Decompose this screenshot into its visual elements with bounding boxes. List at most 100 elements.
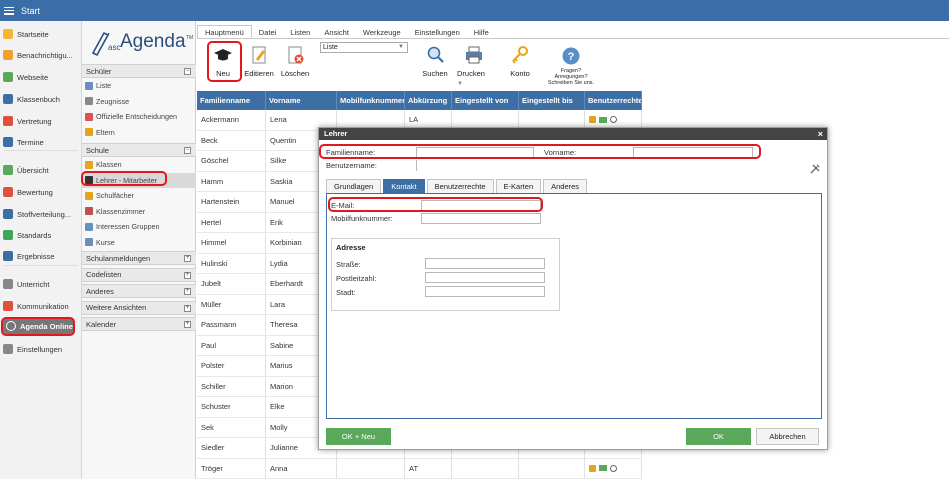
- subnav-item-icon: [85, 97, 93, 105]
- tools-icon[interactable]: [809, 163, 821, 175]
- mobile-input[interactable]: [421, 213, 541, 224]
- column-header[interactable]: Familienname: [197, 91, 266, 110]
- expand-toggle-icon[interactable]: +: [184, 271, 191, 279]
- street-input[interactable]: [425, 258, 545, 269]
- contact-tab-panel: E-Mail: Mobilfunknummer: Adresse Straße:…: [326, 193, 822, 419]
- expand-toggle-icon[interactable]: +: [184, 255, 191, 262]
- expand-toggle-icon[interactable]: +: [184, 304, 191, 312]
- cancel-button[interactable]: Abbrechen: [756, 428, 819, 445]
- subnav-item[interactable]: Liste: [82, 78, 196, 93]
- section-header-0[interactable]: Schüler −: [82, 64, 196, 78]
- collapsed-section[interactable]: Schulanmeldungen +: [82, 251, 196, 265]
- dialog-tab-3[interactable]: E-Karten: [495, 179, 542, 193]
- menu-tab-5[interactable]: Einstellungen: [408, 26, 467, 38]
- subnav-item[interactable]: Zeugnisse: [82, 94, 196, 109]
- section-title: Schule: [86, 145, 109, 155]
- nav-item-5[interactable]: Termine: [0, 133, 82, 151]
- nav-item-4[interactable]: Vertretung: [0, 112, 82, 130]
- table-row[interactable]: Tröger Anna AT: [197, 458, 642, 479]
- subnav-item[interactable]: Kurse: [82, 235, 196, 250]
- menu-tab-3[interactable]: Ansicht: [317, 26, 356, 38]
- nav-item-label: Bewertung: [17, 187, 53, 197]
- postal-code-input[interactable]: [425, 272, 545, 283]
- subnav-item-icon: [85, 81, 93, 90]
- table-cell: Tröger: [197, 458, 266, 479]
- subnav-item[interactable]: Offizielle Entscheidungen: [82, 109, 196, 124]
- menu-tab-6[interactable]: Hilfe: [467, 26, 496, 38]
- collapsed-section[interactable]: Kalender +: [82, 317, 196, 331]
- search-button[interactable]: Suchen: [422, 43, 448, 87]
- street-label: Straße:: [336, 260, 361, 269]
- help-question-icon: ?: [562, 47, 580, 65]
- column-header[interactable]: Abkürzung: [405, 91, 452, 110]
- collapsed-section[interactable]: Codelisten +: [82, 267, 196, 282]
- column-header[interactable]: Eingestellt bis: [519, 91, 585, 110]
- nav-item-8[interactable]: Stoffverteilung...: [0, 205, 82, 223]
- subnav-item[interactable]: Klassen: [82, 157, 196, 172]
- table-cell: Siedler: [197, 438, 266, 459]
- nav-item-label: Einstellungen: [17, 344, 63, 354]
- dialog-tab-4[interactable]: Anderes: [543, 179, 588, 193]
- column-header[interactable]: Mobilfunknummer: [337, 91, 405, 110]
- collapsed-section[interactable]: Weitere Ansichten +: [82, 300, 196, 315]
- permission-card-icon: [599, 465, 607, 472]
- list-select[interactable]: Liste ▼: [320, 42, 408, 53]
- subnav-item[interactable]: Klassenzimmer: [82, 204, 196, 219]
- column-header[interactable]: Vorname: [266, 91, 337, 110]
- nav-item-6[interactable]: Übersicht: [0, 161, 82, 179]
- section-header-1[interactable]: Schule −: [82, 143, 196, 157]
- subnav-item-label: Interessen Gruppen: [96, 222, 160, 231]
- check-icon: [3, 165, 13, 175]
- print-button[interactable]: Drucken ▼: [457, 43, 491, 87]
- subnav-item-label: Zeugnisse: [96, 96, 130, 106]
- ok-new-button[interactable]: OK + Neu: [326, 428, 391, 445]
- nav-item-2[interactable]: Webseite: [0, 68, 82, 86]
- chart-icon: [3, 251, 13, 261]
- menu-tab-1[interactable]: Datei: [252, 26, 284, 38]
- benutzername-input[interactable]: [416, 160, 419, 171]
- nav-item-0[interactable]: Startseite: [0, 25, 82, 43]
- expand-toggle-icon[interactable]: +: [184, 321, 191, 328]
- help-line-3: Schreiben Sie uns.: [547, 80, 595, 86]
- print-label: Drucken ▼: [457, 69, 485, 87]
- nav-item-7[interactable]: Bewertung: [0, 183, 82, 201]
- dialog-tab-1[interactable]: Kontakt: [383, 179, 425, 193]
- subnav-item[interactable]: Interessen Gruppen: [82, 219, 196, 234]
- nav-item-11[interactable]: Unterricht: [0, 275, 82, 293]
- mobile-label: Mobilfunknummer:: [331, 214, 393, 223]
- subnav-item[interactable]: Eltern: [82, 125, 196, 140]
- menu-tab-4[interactable]: Werkzeuge: [356, 26, 408, 38]
- collapse-toggle-icon[interactable]: −: [184, 68, 191, 75]
- nav-divider: [4, 150, 78, 151]
- collapsed-section[interactable]: Anderes +: [82, 284, 196, 298]
- nav-item-14[interactable]: Einstellungen: [0, 340, 82, 358]
- nav-item-1[interactable]: Benachrichtigu...: [0, 46, 82, 64]
- table-cell: Anna: [266, 458, 337, 479]
- collapse-toggle-icon[interactable]: −: [184, 147, 191, 154]
- edit-button[interactable]: Editieren: [243, 43, 275, 87]
- menu-tab-0[interactable]: Hauptmenü: [197, 25, 252, 38]
- nav-item-10[interactable]: Ergebnisse: [0, 247, 82, 265]
- nav-item-label: Ergebnisse: [17, 251, 55, 261]
- dialog-tab-0[interactable]: Grundlagen: [326, 179, 382, 193]
- column-header[interactable]: Eingestellt von: [452, 91, 519, 110]
- close-icon[interactable]: ×: [818, 128, 823, 140]
- subnav-item[interactable]: Schulfächer: [82, 188, 196, 203]
- table-cell: [585, 458, 642, 479]
- menu-tab-2[interactable]: Listen: [283, 26, 317, 38]
- nav-item-12[interactable]: Kommunikation: [0, 297, 82, 315]
- substitution-icon: [3, 116, 13, 126]
- delete-document-icon: [288, 46, 304, 64]
- city-input[interactable]: [425, 286, 545, 297]
- ok-button[interactable]: OK: [686, 428, 751, 445]
- nav-item-9[interactable]: Standards: [0, 226, 82, 244]
- feedback-button[interactable]: ? Fragen? Anregungen? Schreiben Sie uns.: [544, 44, 598, 88]
- expand-toggle-icon[interactable]: +: [184, 288, 191, 295]
- delete-button[interactable]: Löschen: [280, 43, 310, 87]
- column-header[interactable]: Benutzerrechte: [585, 91, 642, 110]
- account-button[interactable]: Konto: [508, 43, 532, 87]
- dialog-tab-2[interactable]: Benutzerrechte: [426, 179, 494, 193]
- nav-item-3[interactable]: Klassenbuch: [0, 90, 82, 108]
- hamburger-menu-icon[interactable]: [4, 6, 14, 15]
- table-cell: Müller: [197, 294, 266, 315]
